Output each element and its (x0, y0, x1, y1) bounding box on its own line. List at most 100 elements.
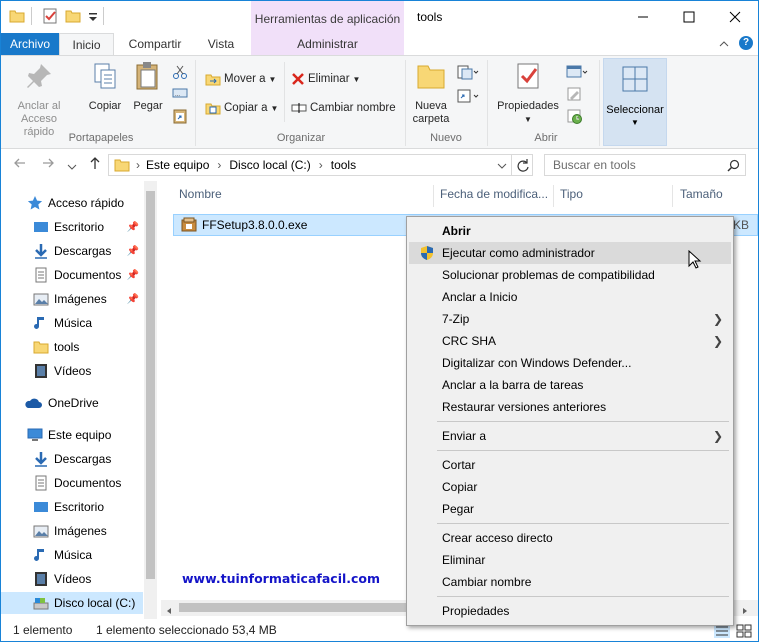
new-folder-icon[interactable] (65, 8, 81, 24)
forward-button[interactable] (41, 156, 55, 173)
details-view-icon[interactable] (714, 624, 730, 638)
nav-scrollbar[interactable] (144, 181, 157, 619)
pin-icon[interactable]: 📌 (127, 222, 139, 233)
paste-shortcut-icon[interactable] (172, 108, 188, 124)
nav-item-escritorio[interactable]: Escritorio 📌 (1, 216, 143, 238)
nav-pc-imagenes[interactable]: Imágenes (1, 520, 143, 542)
select-button[interactable]: Seleccionar ▼ (603, 58, 667, 146)
large-icons-view-icon[interactable] (736, 624, 752, 638)
pin-icon[interactable]: 📌 (127, 246, 139, 257)
nav-item-musica[interactable]: Música (1, 312, 143, 334)
scroll-right-icon[interactable] (741, 604, 749, 618)
nav-pc-documentos[interactable]: Documentos (1, 472, 143, 494)
paste-button[interactable]: Pegar (128, 60, 168, 113)
column-separator[interactable] (672, 185, 673, 207)
chevron-right-icon: › (318, 158, 323, 172)
nav-pc-musica[interactable]: Música (1, 544, 143, 566)
pin-icon[interactable]: 📌 (127, 270, 139, 281)
recent-locations-button[interactable] (67, 159, 77, 175)
nav-pc-videos[interactable]: Vídeos (1, 568, 143, 590)
menu-item-windows-defender[interactable]: Digitalizar con Windows Defender... (409, 352, 731, 374)
rename-button[interactable]: Cambiar nombre (291, 97, 396, 119)
column-header-date[interactable]: Fecha de modifica... (440, 187, 548, 201)
menu-item-ejecutar-como-administrador[interactable]: Ejecutar como administrador (409, 242, 731, 264)
move-to-button[interactable]: Mover a ▼ (205, 68, 276, 90)
column-header-size[interactable]: Tamaño (680, 187, 723, 201)
menu-item-enviar-a[interactable]: Enviar a ❯ (409, 425, 731, 447)
nav-this-pc[interactable]: Este equipo (1, 424, 143, 446)
pin-quick-access-button[interactable]: Anclar al Acceso rápido (7, 60, 71, 139)
menu-item-abrir[interactable]: Abrir (409, 220, 731, 242)
menu-item-crc-sha[interactable]: CRC SHA ❯ (409, 330, 731, 352)
menu-item-anclar-barra-tareas[interactable]: Anclar a la barra de tareas (409, 374, 731, 396)
open-icon[interactable] (566, 64, 588, 80)
nav-scrollbar-thumb[interactable] (146, 191, 155, 579)
copy-to-button[interactable]: Copiar a ▼ (205, 97, 278, 119)
menu-item-crear-acceso-directo[interactable]: Crear acceso directo (409, 527, 731, 549)
maximize-button[interactable] (666, 1, 712, 32)
nav-item-tools[interactable]: tools (1, 336, 143, 358)
minimize-button[interactable] (620, 1, 666, 32)
column-header-type[interactable]: Tipo (560, 187, 583, 201)
column-header-name[interactable]: Nombre (179, 187, 222, 201)
menu-item-copiar[interactable]: Copiar (409, 476, 731, 498)
breadcrumb-tools[interactable]: tools (331, 158, 356, 172)
nav-pc-descargas[interactable]: Descargas (1, 448, 143, 470)
pin-icon[interactable]: 📌 (127, 294, 139, 305)
search-icon[interactable] (727, 159, 740, 172)
nav-item-documentos[interactable]: Documentos 📌 (1, 264, 143, 286)
nav-label: Vídeos (54, 572, 92, 586)
nav-item-descargas[interactable]: Descargas 📌 (1, 240, 143, 262)
column-separator[interactable] (433, 185, 434, 207)
address-bar[interactable]: › Este equipo › Disco local (C:) › tools (108, 154, 533, 176)
breadcrumb-disco-local[interactable]: Disco local (C:) (229, 158, 310, 172)
menu-item-cambiar-nombre[interactable]: Cambiar nombre (409, 571, 731, 593)
address-dropdown-button[interactable] (497, 160, 507, 174)
help-icon[interactable]: ? (739, 36, 753, 50)
tab-compartir[interactable]: Compartir (119, 33, 191, 55)
column-separator[interactable] (553, 185, 554, 207)
folder-icon[interactable] (9, 8, 25, 24)
collapse-ribbon-icon[interactable] (719, 39, 729, 49)
menu-item-propiedades[interactable]: Propiedades (409, 600, 731, 622)
menu-item-pegar[interactable]: Pegar (409, 498, 731, 520)
menu-item-eliminar[interactable]: Eliminar (409, 549, 731, 571)
new-item-icon[interactable] (457, 64, 479, 82)
tab-file[interactable]: Archivo (1, 33, 59, 55)
properties-check-icon[interactable] (42, 8, 58, 24)
new-folder-button[interactable]: Nueva carpeta (409, 60, 453, 126)
menu-item-restaurar-versiones[interactable]: Restaurar versiones anteriores (409, 396, 731, 418)
menu-item-7zip[interactable]: 7-Zip ❯ (409, 308, 731, 330)
nav-pc-escritorio[interactable]: Escritorio (1, 496, 143, 518)
nav-item-videos[interactable]: Vídeos (1, 360, 143, 382)
edit-icon[interactable] (566, 86, 582, 102)
properties-button[interactable]: Propiedades ▼ (491, 60, 565, 126)
close-button[interactable] (712, 1, 758, 32)
nav-item-imagenes[interactable]: Imágenes 📌 (1, 288, 143, 310)
delete-button[interactable]: Eliminar ▼ (291, 68, 360, 90)
menu-item-cortar[interactable]: Cortar (409, 454, 731, 476)
tab-inicio[interactable]: Inicio (59, 33, 114, 56)
customize-qat-icon[interactable] (85, 8, 101, 24)
copy-button[interactable]: Copiar (85, 60, 125, 113)
nav-quick-access[interactable]: Acceso rápido (1, 192, 143, 214)
breadcrumb-este-equipo[interactable]: Este equipo (146, 158, 209, 172)
menu-item-solucionar-problemas[interactable]: Solucionar problemas de compatibilidad (409, 264, 731, 286)
nav-onedrive[interactable]: OneDrive (1, 392, 143, 414)
nav-pc-disco-local[interactable]: Disco local (C:) (1, 592, 143, 614)
menu-item-anclar-inicio[interactable]: Anclar a Inicio (409, 286, 731, 308)
cut-icon[interactable] (172, 64, 188, 80)
tab-administrar[interactable]: Administrar (251, 33, 404, 55)
menu-separator (437, 523, 729, 524)
search-input[interactable]: Buscar en tools (544, 154, 746, 176)
back-button[interactable] (13, 156, 27, 173)
easy-access-icon[interactable] (457, 88, 479, 106)
refresh-button[interactable] (511, 154, 533, 176)
history-icon[interactable] (566, 108, 584, 124)
uac-shield-icon (421, 246, 433, 260)
scroll-left-icon[interactable] (165, 604, 173, 618)
tab-vista[interactable]: Vista (195, 33, 247, 55)
desktop-icon (34, 502, 48, 512)
copy-path-icon[interactable]: ... (172, 86, 188, 100)
up-button[interactable] (88, 156, 102, 173)
